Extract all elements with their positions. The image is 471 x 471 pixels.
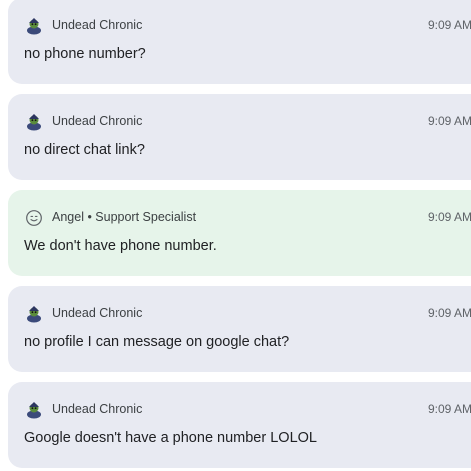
message-timestamp: 9:09 AM [428, 18, 471, 32]
sender-name: Undead Chronic [52, 306, 143, 320]
message-text: Google doesn't have a phone number LOLOL [24, 430, 317, 446]
message-bubble: Undead Chronic 9:09 AM no direct chat li… [8, 94, 471, 180]
sender-name: Angel • Support Specialist [52, 210, 197, 224]
sender-name: Undead Chronic [52, 402, 143, 416]
message-timestamp: 9:09 AM [428, 306, 471, 320]
message-text: We don't have phone number. [24, 238, 217, 254]
message-timestamp: 9:09 AM [428, 402, 471, 416]
character-avatar-icon [27, 114, 41, 131]
message-bubble: Undead Chronic 9:09 AM Google doesn't ha… [8, 382, 471, 468]
chat-transcript: Undead Chronic 9:09 AM no phone number? … [0, 0, 471, 471]
message-text: no phone number? [24, 46, 146, 62]
message-timestamp: 9:09 AM [428, 210, 471, 224]
message-bubble: Undead Chronic 9:09 AM no phone number? [8, 0, 471, 84]
message-bubble: Undead Chronic 9:09 AM no profile I can … [8, 286, 471, 372]
character-avatar-icon [27, 18, 41, 35]
character-avatar-icon [27, 306, 41, 323]
character-avatar-icon [27, 402, 41, 419]
sender-name: Undead Chronic [52, 114, 143, 128]
message-bubble-support: Angel • Support Specialist 9:09 AM We do… [8, 190, 471, 276]
sender-name: Undead Chronic [52, 18, 143, 32]
message-text: no direct chat link? [24, 142, 145, 158]
message-text: no profile I can message on google chat? [24, 334, 290, 350]
smiley-face-icon [26, 210, 42, 226]
message-timestamp: 9:09 AM [428, 114, 471, 128]
